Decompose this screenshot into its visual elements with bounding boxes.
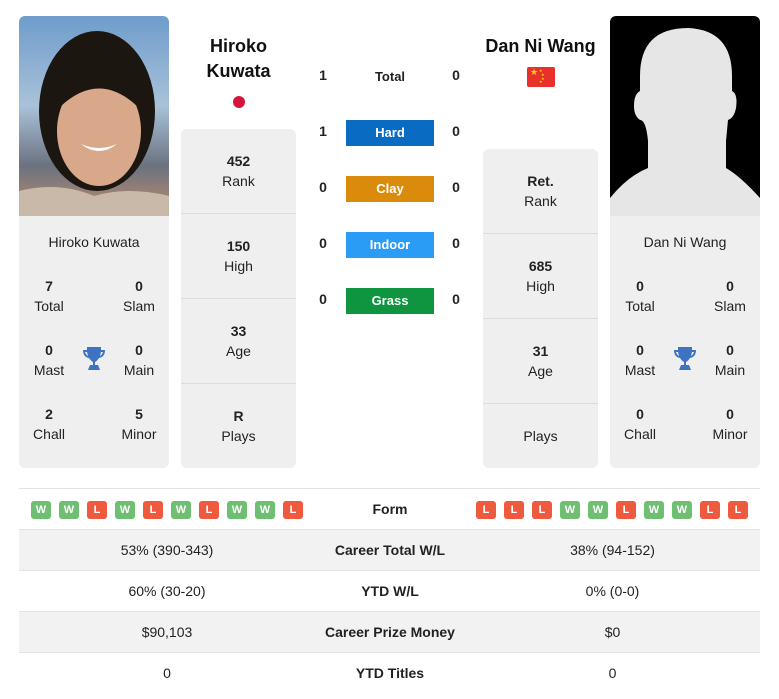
table-row: 0 YTD Titles 0: [19, 652, 760, 693]
player1-age: 33 Age: [226, 323, 251, 359]
form-win-badge[interactable]: W: [115, 501, 135, 519]
player1-plays: R Plays: [221, 408, 256, 444]
table-row: 60% (30-20) YTD W/L 0% (0-0): [19, 570, 760, 611]
player1-name-label: Hiroko Kuwata: [48, 234, 140, 250]
divider: [483, 318, 598, 319]
form-win-badge[interactable]: W: [644, 501, 664, 519]
player1-high: 150 High: [224, 238, 253, 274]
h2h-indoor-p2: 0: [452, 235, 460, 251]
row-label: Career Total W/L: [334, 542, 446, 558]
player2-value: 38% (94-152): [570, 542, 655, 558]
form-loss-badge[interactable]: L: [728, 501, 748, 519]
h2h-clay-p2: 0: [452, 179, 460, 195]
player1-value: 0: [163, 665, 171, 681]
player2-high: 685 High: [526, 258, 555, 294]
player2-titles-main: 0 Main: [714, 342, 746, 378]
form-win-badge[interactable]: W: [31, 501, 51, 519]
player2-name-heading[interactable]: Dan Ni Wang: [470, 34, 611, 59]
h2h-clay-p1: 0: [319, 179, 327, 195]
h2h-hard-p1: 1: [319, 123, 327, 139]
player1-titles-slam: 0 Slam: [123, 278, 155, 314]
form-win-badge[interactable]: W: [171, 501, 191, 519]
form-win-badge[interactable]: W: [227, 501, 247, 519]
h2h-hard-p2: 0: [452, 123, 460, 139]
row-label: Career Prize Money: [325, 624, 455, 640]
player2-name-label: Dan Ni Wang: [643, 234, 727, 250]
form-loss-badge[interactable]: L: [199, 501, 219, 519]
form-win-badge[interactable]: W: [588, 501, 608, 519]
player2-titles-slam: 0 Slam: [714, 278, 746, 314]
form-loss-badge[interactable]: L: [532, 501, 552, 519]
table-row: $90,103 Career Prize Money $0: [19, 611, 760, 652]
player2-value: 0: [608, 665, 617, 681]
form-loss-badge[interactable]: L: [87, 501, 107, 519]
form-row: WWLWLWLWWL Form LLLWWLWWLL: [19, 488, 760, 529]
player2-rank: Ret. Rank: [524, 173, 557, 209]
form-win-badge[interactable]: W: [59, 501, 79, 519]
player1-value: 53% (390-343): [120, 542, 214, 558]
h2h-indoor-p1: 0: [319, 235, 327, 251]
form-loss-badge[interactable]: L: [504, 501, 524, 519]
china-flag-icon: ★ ★ ★ ★ ★: [527, 67, 555, 87]
player1-titles-card: Hiroko Kuwata 7 Total 0 Slam 0 Mast 0 Ma…: [19, 216, 169, 468]
row-label: YTD Titles: [355, 665, 425, 681]
divider: [181, 213, 296, 214]
table-row: 53% (390-343) Career Total W/L 38% (94-1…: [19, 529, 760, 570]
h2h-total-label: Total: [374, 69, 406, 84]
player2-plays: Plays: [523, 428, 558, 444]
surface-clay-badge[interactable]: Clay: [346, 176, 434, 202]
form-win-badge[interactable]: W: [560, 501, 580, 519]
player1-value: $90,103: [141, 624, 193, 640]
form-loss-badge[interactable]: L: [283, 501, 303, 519]
divider: [181, 298, 296, 299]
player2-titles-mast: 0 Mast: [624, 342, 656, 378]
form-loss-badge[interactable]: L: [700, 501, 720, 519]
player1-form: WWLWLWLWWL: [31, 501, 303, 519]
divider: [483, 403, 598, 404]
surface-indoor-badge[interactable]: Indoor: [346, 232, 434, 258]
player1-value: 60% (30-20): [128, 583, 206, 599]
divider: [181, 383, 296, 384]
player2-titles-minor: 0 Minor: [712, 406, 748, 442]
player2-photo: [610, 16, 760, 216]
divider: [483, 233, 598, 234]
form-loss-badge[interactable]: L: [143, 501, 163, 519]
player1-stats-column: 452 Rank 150 High 33 Age R Plays: [181, 129, 296, 468]
form-loss-badge[interactable]: L: [476, 501, 496, 519]
player2-silhouette-icon: [610, 28, 760, 216]
surface-hard-badge[interactable]: Hard: [346, 120, 434, 146]
japan-flag-icon: [233, 96, 245, 108]
row-label: YTD W/L: [361, 583, 419, 599]
player2-value: 0% (0-0): [585, 583, 640, 599]
surface-grass-badge[interactable]: Grass: [346, 288, 434, 314]
h2h-total-p2: 0: [452, 67, 460, 83]
trophy-icon: [83, 347, 105, 370]
form-label: Form: [372, 501, 408, 517]
player1-titles-total: 7 Total: [34, 278, 64, 314]
trophy-icon: [674, 347, 696, 370]
form-win-badge[interactable]: W: [672, 501, 692, 519]
player1-titles-minor: 5 Minor: [121, 406, 157, 442]
h2h-grass-p2: 0: [452, 291, 460, 307]
player1-titles-main: 0 Main: [123, 342, 155, 378]
player2-form: LLLWWLWWLL: [476, 501, 748, 519]
h2h-grass-p1: 0: [319, 291, 327, 307]
player1-titles-mast: 0 Mast: [33, 342, 65, 378]
player1-titles-chall: 2 Chall: [33, 406, 65, 442]
player1-rank: 452 Rank: [222, 153, 255, 189]
player2-age: 31 Age: [528, 343, 553, 379]
player2-titles-card: Dan Ni Wang 0 Total 0 Slam 0 Mast 0 Main…: [610, 216, 760, 468]
player1-photo-image: [19, 31, 169, 216]
form-loss-badge[interactable]: L: [616, 501, 636, 519]
form-win-badge[interactable]: W: [255, 501, 275, 519]
player2-titles-chall: 0 Chall: [624, 406, 656, 442]
player2-titles-total: 0 Total: [625, 278, 655, 314]
player2-stats-column: Ret. Rank 685 High 31 Age Plays: [483, 149, 598, 468]
player2-value: $0: [604, 624, 621, 640]
h2h-total-p1: 1: [319, 67, 327, 83]
player1-name-heading[interactable]: Hiroko Kuwata: [181, 34, 296, 84]
player1-photo: [19, 16, 169, 216]
comparison-table: WWLWLWLWWL Form LLLWWLWWLL 53% (390-343)…: [19, 488, 760, 693]
